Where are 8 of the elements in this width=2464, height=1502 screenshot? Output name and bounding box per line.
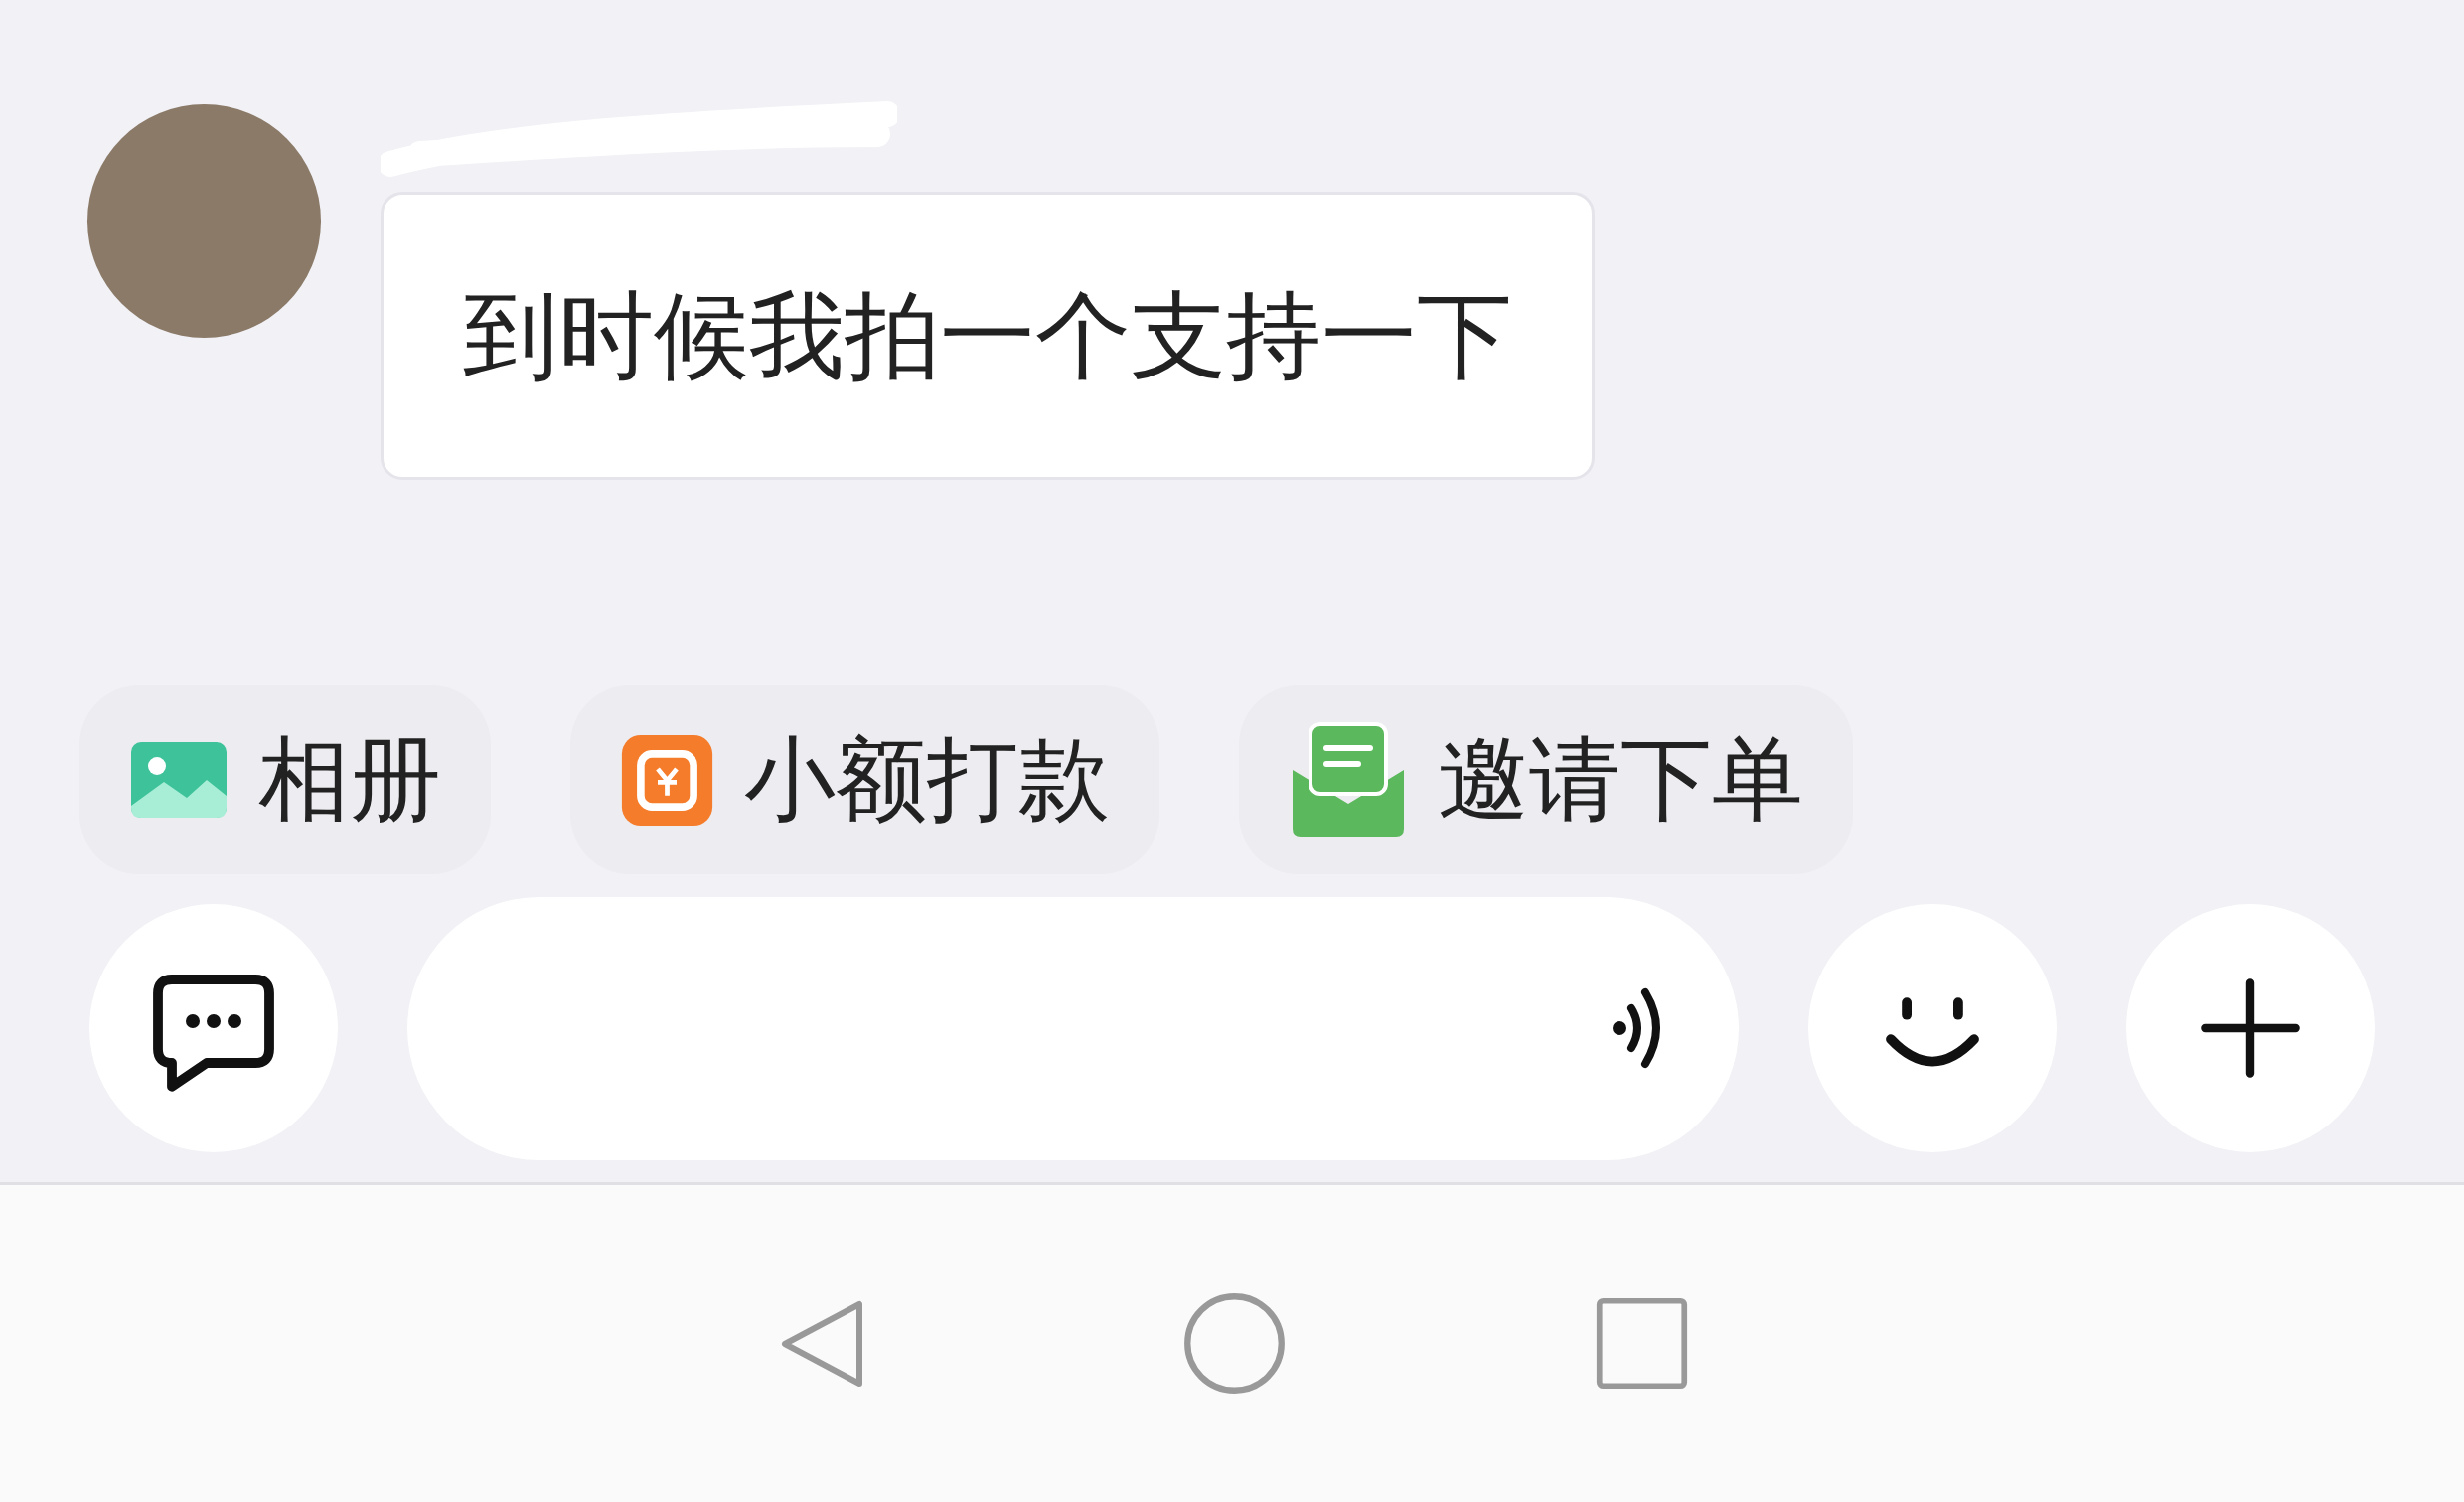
home-icon[interactable] [1182,1291,1287,1396]
quick-action-button[interactable]: 邀请下单 [1239,685,1853,874]
message-bubble: 到时候我拍一个支持一下 [381,192,1595,480]
quick-action-button[interactable]: 小额打款 [570,685,1159,874]
quick-action-button[interactable]: 相册 [79,685,491,874]
recent-apps-icon[interactable] [1595,1296,1689,1391]
picture-icon [129,740,229,820]
wallet-icon [620,732,714,827]
